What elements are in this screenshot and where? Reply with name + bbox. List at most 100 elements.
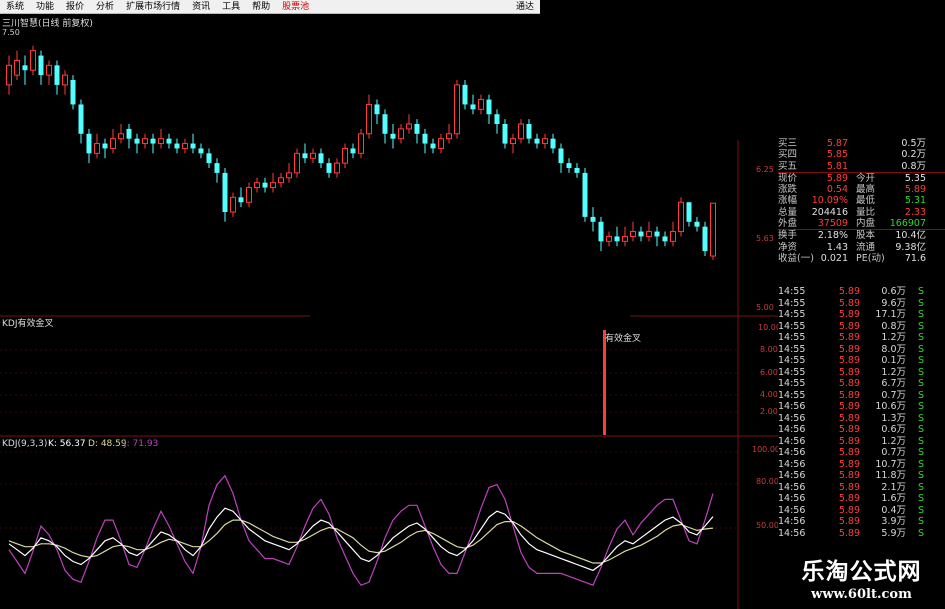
tick-price: 5.89	[838, 286, 860, 297]
tick-volume: 0.7万	[881, 447, 906, 458]
tick-price: 5.89	[838, 378, 860, 389]
tick-volume: 0.6万	[881, 424, 906, 435]
stats-row: 总量 204416 量比 2.33	[778, 207, 945, 218]
candle-body	[334, 162, 340, 174]
tick-row: 14:56 5.89 3.9万 S	[778, 516, 945, 528]
fundamentals-table: 换手 2.18% 股本 10.4亿 净资 1.43 流通 9.38亿 收益(一) 0.021 PE(…	[778, 230, 945, 264]
signal-label: 有效金叉	[605, 332, 641, 344]
stat-label: 收益(一)	[778, 252, 814, 264]
stat-value: 5.35	[904, 172, 926, 184]
watermark-text: 乐淘公式网	[801, 559, 922, 585]
candle-body	[598, 221, 604, 242]
candle-body	[502, 124, 508, 144]
candle-body	[318, 153, 324, 164]
stat-value: 5.89	[826, 172, 848, 184]
candle-body	[118, 133, 124, 140]
price-axis-label: 5.63	[756, 234, 774, 243]
candle-body	[302, 153, 308, 159]
candle-body	[422, 133, 428, 144]
candle-body	[462, 84, 468, 105]
tick-volume: 10.6万	[875, 401, 906, 412]
candle-body	[22, 65, 28, 71]
stat-value: 9.38亿	[895, 241, 926, 253]
candle-body	[78, 104, 84, 134]
candle-body	[694, 221, 700, 227]
tick-side: S	[917, 516, 925, 527]
tick-list[interactable]: 14:55 5.89 0.6万 S 14:55 5.89 9.6万 S 14:55 5.89 17.…	[778, 286, 945, 539]
indicator2-axis-label: 100.00	[752, 445, 778, 454]
ask-row: 买五 5.81 0.8万	[778, 161, 945, 172]
candle-body	[350, 148, 356, 154]
tick-time: 14:55	[778, 286, 806, 297]
indicator2-axis-label: 80.00	[756, 477, 778, 486]
tick-price: 5.89	[838, 401, 860, 412]
tick-side: S	[917, 297, 925, 309]
ask-label: 买四	[778, 149, 798, 161]
tick-price: 5.89	[838, 493, 860, 504]
kdj-name: KDJ(9,3,3)	[2, 439, 47, 449]
candle-body	[414, 124, 420, 134]
ask-price: 5.81	[826, 160, 848, 172]
stat-value: 5.89	[904, 184, 926, 196]
candle-body	[174, 143, 180, 149]
tick-volume: 5.9万	[881, 527, 906, 539]
tick-row: 14:56 5.89 0.6万 S	[778, 424, 945, 436]
tick-side: S	[917, 470, 925, 481]
candle-body	[614, 236, 620, 242]
tick-price: 5.89	[838, 435, 860, 447]
tick-volume: 1.2万	[881, 332, 906, 343]
fundamental-row: 收益(一) 0.021 PE(动) 71.6	[778, 253, 945, 264]
price-axis-label: 6.25	[756, 165, 774, 174]
candle-body	[126, 128, 132, 139]
tick-side: S	[917, 343, 925, 355]
candle-body	[678, 201, 684, 233]
tick-row: 14:55 5.89 17.1万 S	[778, 309, 945, 321]
tick-row: 14:55 5.89 9.6万 S	[778, 298, 945, 310]
stat-value: 166907	[889, 218, 926, 230]
tick-volume: 0.7万	[881, 389, 906, 401]
stats-row: 涨幅 10.09% 最低 5.31	[778, 195, 945, 206]
tick-time: 14:55	[778, 366, 806, 378]
watermark-url: www.60lt.com	[811, 587, 912, 602]
kdj-k-value: K: 56.37	[48, 439, 86, 449]
candle-body	[142, 138, 148, 145]
ask-volume: 0.2万	[901, 149, 926, 161]
candle-body	[566, 163, 572, 168]
stat-label: 股本	[856, 230, 876, 242]
tick-side: S	[917, 481, 925, 493]
candle-body	[14, 59, 20, 76]
candle-body	[438, 138, 444, 149]
candlestick-series	[6, 45, 716, 260]
kdj-j-line	[8, 474, 714, 586]
fundamental-row: 净资 1.43 流通 9.38亿	[778, 242, 945, 253]
tick-row: 14:56 5.89 1.6万 S	[778, 493, 945, 505]
tick-side: S	[917, 527, 925, 539]
stats-row: 涨跌 0.54 最高 5.89	[778, 184, 945, 195]
tick-price: 5.89	[838, 366, 860, 378]
tick-volume: 1.3万	[881, 412, 906, 424]
ask-label: 买五	[778, 160, 798, 172]
tick-volume: 0.4万	[881, 504, 906, 516]
tick-price: 5.89	[838, 470, 860, 481]
candle-body	[254, 182, 260, 189]
chart-area[interactable]: 6.25 5.63 5.00 KDJ有效金叉 有效金叉 10.00 8.00 6…	[0, 0, 778, 609]
candle-body	[454, 84, 460, 135]
tick-time: 14:55	[778, 389, 806, 401]
candle-body	[430, 143, 436, 149]
tick-time: 14:56	[778, 470, 806, 481]
tick-price: 5.89	[838, 527, 860, 539]
candle-body	[222, 172, 228, 212]
candle-body	[54, 65, 60, 85]
candle-body	[558, 148, 564, 164]
candle-body	[494, 114, 500, 124]
tick-volume: 2.1万	[881, 481, 906, 493]
tick-time: 14:56	[778, 435, 806, 447]
tick-row: 14:56 5.89 0.7万 S	[778, 447, 945, 459]
tick-row: 14:56 5.89 11.8万 S	[778, 470, 945, 482]
candle-body	[478, 99, 484, 110]
stat-value: 0.021	[820, 252, 848, 264]
tick-row: 14:56 5.89 1.3万 S	[778, 413, 945, 425]
tick-price: 5.89	[838, 309, 860, 320]
tick-side: S	[917, 355, 925, 366]
tick-time: 14:55	[778, 309, 806, 320]
